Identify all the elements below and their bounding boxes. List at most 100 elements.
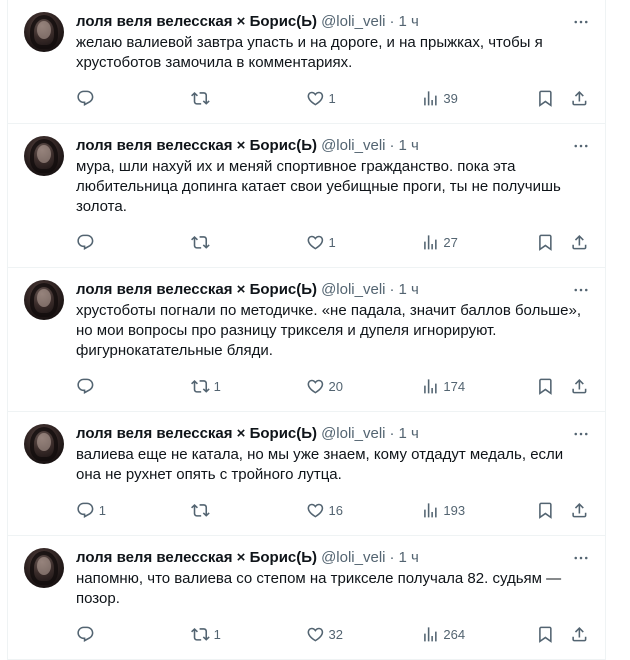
heart-icon — [307, 235, 323, 250]
share-button[interactable] — [570, 233, 589, 252]
tweet[interactable]: лоля веля велесская × Борис(Ь) @loli_vel… — [7, 536, 606, 660]
author-name[interactable]: лоля веля велесская × Борис(Ь) — [76, 280, 317, 300]
bookmark-icon — [538, 502, 552, 519]
avatar[interactable] — [24, 424, 64, 464]
author-handle[interactable]: @loli_veli — [321, 548, 385, 568]
reply-button[interactable] — [76, 377, 132, 396]
like-button[interactable]: 16 — [306, 501, 362, 520]
retweet-icon — [190, 379, 210, 393]
avatar[interactable] — [24, 548, 64, 588]
like-button[interactable]: 1 — [306, 233, 362, 252]
retweet-button[interactable] — [190, 501, 247, 520]
reply-button[interactable]: 1 — [76, 501, 132, 520]
heart-icon — [307, 91, 323, 106]
retweet-count: 1 — [213, 626, 221, 642]
share-button[interactable] — [570, 89, 589, 108]
tweet-actions: 1 32 264 — [76, 621, 589, 647]
separator-dot: · — [389, 13, 395, 30]
tweet-header: лоля веля велесская × Борис(Ь) @loli_vel… — [76, 548, 589, 568]
more-dots-icon[interactable] — [571, 548, 591, 568]
tweet-secondary-actions — [536, 233, 590, 252]
bookmark-icon — [538, 378, 552, 395]
retweet-button[interactable]: 1 — [190, 625, 247, 644]
like-button[interactable]: 20 — [306, 377, 362, 396]
bookmark-button[interactable] — [536, 501, 555, 520]
tweet-time[interactable]: 1 ч — [398, 424, 418, 444]
reply-icon — [77, 234, 94, 250]
tweet-content: лоля веля велесская × Борис(Ь) @loli_vel… — [76, 548, 589, 647]
reply-button[interactable] — [76, 625, 132, 644]
views-button[interactable]: 264 — [421, 625, 477, 644]
share-icon — [572, 502, 587, 518]
more-dots-icon[interactable] — [571, 136, 591, 156]
tweet-secondary-actions — [536, 501, 590, 520]
views-button[interactable]: 193 — [421, 501, 477, 520]
tweet-time[interactable]: 1 ч — [398, 12, 418, 32]
retweet-button[interactable] — [190, 233, 247, 252]
author-name[interactable]: лоля веля велесская × Борис(Ь) — [76, 12, 317, 32]
views-button[interactable]: 39 — [421, 89, 477, 108]
avatar[interactable] — [24, 280, 64, 320]
bookmark-button[interactable] — [536, 625, 555, 644]
like-count: 20 — [328, 378, 343, 394]
share-button[interactable] — [570, 377, 589, 396]
reply-icon — [77, 90, 94, 106]
views-button[interactable]: 174 — [421, 377, 477, 396]
retweet-icon — [190, 91, 210, 105]
reply-button[interactable] — [76, 89, 132, 108]
heart-icon — [307, 379, 323, 394]
avatar[interactable] — [24, 136, 64, 176]
tweet-header: лоля веля велесская × Борис(Ь) @loli_vel… — [76, 12, 589, 32]
bookmark-button[interactable] — [536, 89, 555, 108]
bookmark-button[interactable] — [536, 233, 555, 252]
separator-dot: · — [389, 281, 395, 298]
tweet[interactable]: лоля веля велесская × Борис(Ь) @loli_vel… — [7, 0, 606, 124]
author-name[interactable]: лоля веля велесская × Борис(Ь) — [76, 424, 317, 444]
share-button[interactable] — [570, 625, 589, 644]
author-handle[interactable]: @loli_veli — [321, 280, 385, 300]
author-name[interactable]: лоля веля велесская × Борис(Ь) — [76, 548, 317, 568]
timeline: лоля веля велесская × Борис(Ь) @loli_vel… — [7, 0, 606, 660]
tweet[interactable]: лоля веля велесская × Борис(Ь) @loli_vel… — [7, 124, 606, 268]
retweet-icon — [190, 235, 210, 249]
reply-button[interactable] — [76, 233, 132, 252]
like-count: 16 — [328, 502, 343, 518]
more-dots-icon[interactable] — [571, 12, 591, 32]
author-handle[interactable]: @loli_veli — [321, 136, 385, 156]
separator-dot: · — [389, 549, 395, 566]
share-button[interactable] — [570, 501, 589, 520]
views-count: 264 — [443, 626, 466, 642]
tweet-text: напомню, что валиева со степом на триксе… — [76, 570, 566, 607]
retweet-button[interactable]: 1 — [190, 377, 247, 396]
tweet[interactable]: лоля веля велесская × Борис(Ь) @loli_vel… — [7, 268, 606, 412]
views-button[interactable]: 27 — [421, 233, 477, 252]
like-button[interactable]: 32 — [306, 625, 362, 644]
retweet-button[interactable] — [190, 89, 247, 108]
author-handle[interactable]: @loli_veli — [321, 12, 385, 32]
tweet-time[interactable]: 1 ч — [398, 548, 418, 568]
separator-dot: · — [389, 137, 395, 154]
author-name[interactable]: лоля веля велесская × Борис(Ь) — [76, 136, 317, 156]
author-handle[interactable]: @loli_veli — [321, 424, 385, 444]
tweet-text: хрустоботы погнали по методичке. «не пад… — [76, 302, 586, 359]
more-dots-icon[interactable] — [571, 280, 591, 300]
views-chart-icon — [423, 502, 437, 518]
views-count: 193 — [443, 502, 466, 518]
views-chart-icon — [423, 234, 437, 250]
tweet-time[interactable]: 1 ч — [398, 280, 418, 300]
tweet-header: лоля веля велесская × Борис(Ь) @loli_vel… — [76, 136, 589, 156]
views-count: 27 — [443, 234, 458, 250]
more-dots-icon[interactable] — [571, 424, 591, 444]
tweet-secondary-actions — [536, 89, 590, 108]
views-count: 39 — [443, 90, 458, 106]
avatar[interactable] — [24, 12, 64, 52]
tweet-header: лоля веля велесская × Борис(Ь) @loli_vel… — [76, 424, 589, 444]
tweet-text: мура, шли нахуй их и меняй спортивное гр… — [76, 158, 565, 215]
bookmark-button[interactable] — [536, 377, 555, 396]
tweet-actions: 1 16 193 — [76, 497, 589, 523]
tweet[interactable]: лоля веля велесская × Борис(Ь) @loli_vel… — [7, 412, 606, 536]
tweet-time[interactable]: 1 ч — [398, 136, 418, 156]
retweet-count: 1 — [213, 378, 221, 394]
bookmark-icon — [538, 234, 552, 251]
like-button[interactable]: 1 — [306, 89, 362, 108]
